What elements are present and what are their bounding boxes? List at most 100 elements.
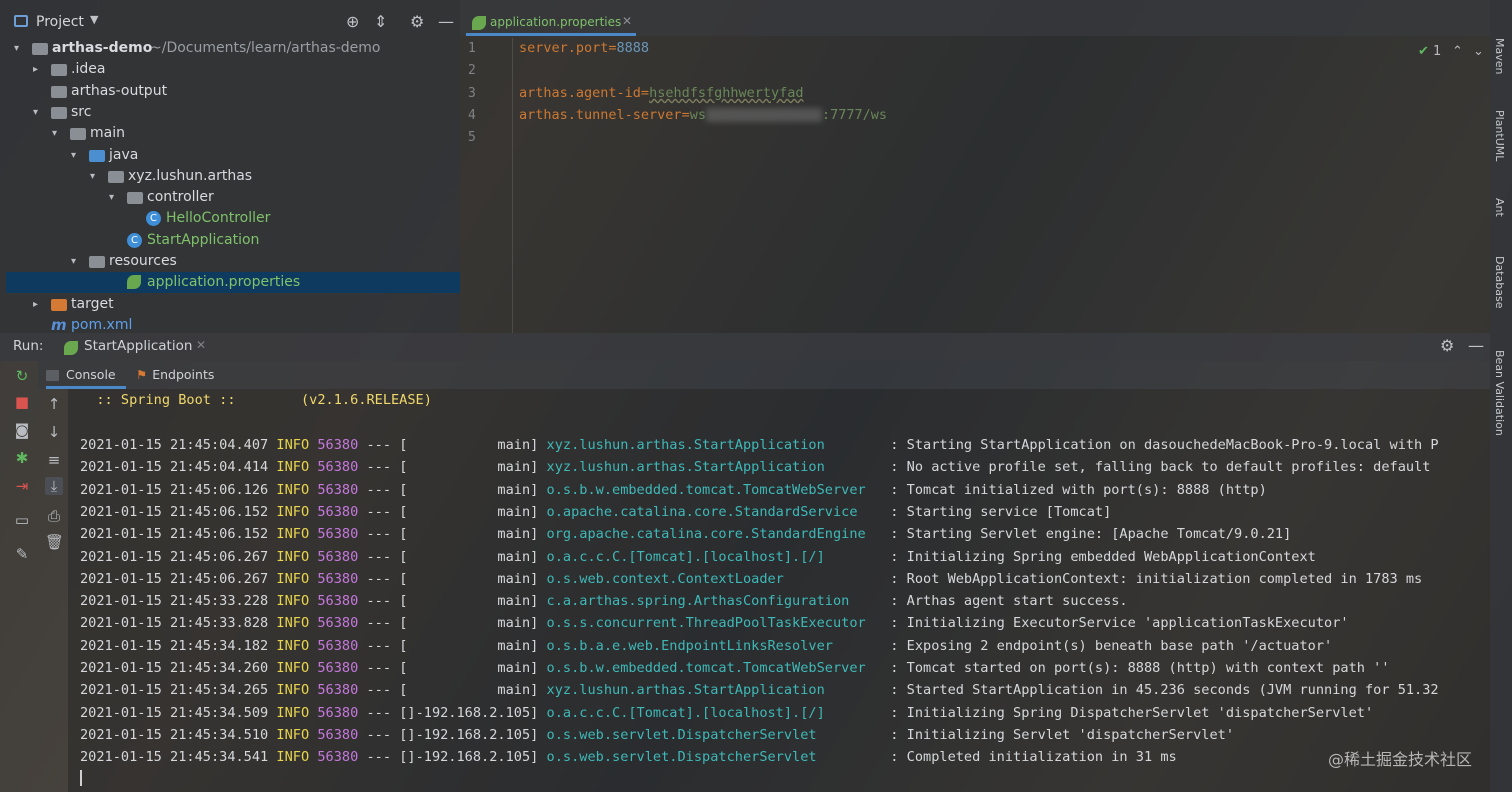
- trash-icon[interactable]: 🗑: [45, 533, 64, 551]
- run-tab-startapplication[interactable]: StartApplication ✕: [62, 336, 212, 360]
- log-line: 2021-01-15 21:45:04.407 INFO 56380 --- […: [80, 437, 1439, 453]
- tool-window-ant[interactable]: Ant: [1493, 198, 1506, 217]
- run-label: Run:: [13, 338, 44, 354]
- chevron-right-icon[interactable]: ▸: [33, 59, 38, 80]
- log-level: INFO: [268, 615, 310, 632]
- folder-icon: [51, 64, 67, 77]
- tree-item-label: java: [109, 146, 139, 163]
- layout-icon[interactable]: ▭: [13, 511, 31, 529]
- log-timestamp: 2021-01-15 21:45:06.152: [80, 503, 269, 520]
- log-logger: o.s.b.w.embedded.tomcat.TomcatWebServer: [546, 660, 883, 676]
- log-level: INFO: [268, 749, 310, 766]
- log-separator: --- [: [358, 704, 408, 721]
- tab-endpoints[interactable]: ⚑ Endpoints: [136, 361, 226, 389]
- line-number: 4: [468, 108, 476, 123]
- log-separator: --- [: [358, 682, 408, 699]
- chevron-right-icon[interactable]: ▸: [33, 294, 38, 315]
- arrow-up-icon[interactable]: ↑: [45, 395, 63, 413]
- chevron-down-icon[interactable]: ▾: [33, 102, 38, 123]
- log-timestamp: 2021-01-15 21:45:34.260: [80, 660, 269, 676]
- tree-item[interactable]: ▾ resources: [0, 251, 460, 272]
- chevron-down-icon[interactable]: ▾: [71, 251, 76, 272]
- tree-item[interactable]: ▸ target: [0, 294, 460, 315]
- log-line: 2021-01-15 21:45:34.265 INFO 56380 --- […: [80, 682, 1439, 698]
- camera-icon[interactable]: ◙: [13, 421, 31, 439]
- rerun-icon[interactable]: ↻: [13, 367, 31, 385]
- log-pid: 56380: [309, 704, 359, 721]
- close-icon[interactable]: ✕: [622, 14, 632, 28]
- gear-icon[interactable]: ⚙: [1440, 336, 1454, 355]
- tree-item[interactable]: C StartApplication: [0, 230, 460, 251]
- chevron-down-icon[interactable]: ▾: [90, 166, 95, 187]
- scroll-to-end-icon[interactable]: ⤓: [45, 477, 63, 495]
- print-icon[interactable]: ⎙: [45, 507, 63, 525]
- chevron-down-icon[interactable]: ▼: [90, 13, 98, 26]
- equals-sign: =: [608, 40, 617, 56]
- log-pid: 56380: [309, 593, 359, 610]
- log-timestamp: 2021-01-15 21:45:34.541: [80, 749, 269, 766]
- chevron-down-icon[interactable]: ▾: [14, 38, 19, 59]
- console-output[interactable]: :: Spring Boot :: (v2.1.6.RELEASE) 2021-…: [68, 389, 1490, 792]
- arrow-down-icon[interactable]: ↓: [45, 423, 63, 441]
- hide-icon[interactable]: —: [438, 12, 454, 31]
- hide-icon[interactable]: —: [1468, 336, 1484, 355]
- property-key: server.port: [519, 40, 609, 56]
- code-line-4[interactable]: arthas.tunnel-server=ws:7777/ws: [519, 107, 887, 123]
- log-message: : Starting StartApplication on dasouched…: [882, 437, 1439, 453]
- tree-item[interactable]: ▾ main: [0, 123, 460, 144]
- check-icon[interactable]: ✔: [1418, 44, 1429, 59]
- debug-icon[interactable]: ✱: [13, 449, 31, 467]
- chevron-up-icon[interactable]: ⌃: [1452, 44, 1463, 59]
- project-title[interactable]: Project: [36, 14, 84, 30]
- log-pid: 56380: [309, 503, 359, 520]
- chevron-down-icon[interactable]: ▾: [52, 123, 57, 144]
- tree-item-label: arthas-output: [71, 82, 168, 99]
- soft-wrap-icon[interactable]: ≡: [45, 451, 63, 469]
- log-pid: 56380: [309, 570, 359, 587]
- log-timestamp: 2021-01-15 21:45:04.414: [80, 459, 269, 476]
- chevron-down-icon[interactable]: ▾: [71, 145, 76, 166]
- stop-icon[interactable]: ■: [13, 393, 31, 411]
- tree-item-path: ~/Documents/learn/arthas-demo: [150, 40, 381, 56]
- editor-tab-application-properties[interactable]: application.properties ✕: [466, 10, 636, 36]
- log-separator: --- [: [358, 570, 408, 587]
- log-timestamp: 2021-01-15 21:45:34.265: [80, 682, 269, 699]
- log-separator: --- [: [358, 503, 408, 520]
- tool-window-plantuml[interactable]: PlantUML: [1493, 110, 1506, 161]
- locate-icon[interactable]: ⊕: [346, 12, 359, 31]
- tree-item[interactable]: C HelloController: [0, 208, 460, 229]
- chevron-down-icon[interactable]: ▾: [109, 187, 114, 208]
- log-thread: main]: [407, 526, 547, 543]
- log-message: : Completed initialization in 31 ms: [882, 749, 1177, 766]
- tree-item[interactable]: ▸ .idea: [0, 59, 460, 80]
- log-timestamp: 2021-01-15 21:45:06.267: [80, 570, 269, 587]
- close-icon[interactable]: ✕: [196, 338, 206, 352]
- tool-window-maven[interactable]: Maven: [1493, 38, 1506, 74]
- inspection-count[interactable]: 1: [1433, 44, 1441, 59]
- tree-item[interactable]: ▾ arthas-demo ~/Documents/learn/arthas-dem…: [0, 38, 460, 59]
- tree-item[interactable]: application.properties: [6, 272, 460, 294]
- tree-item[interactable]: ▾ java: [0, 145, 460, 166]
- log-pid: 56380: [309, 481, 359, 498]
- exit-icon[interactable]: ⇥: [13, 477, 31, 495]
- log-line: 2021-01-15 21:45:06.152 INFO 56380 --- […: [80, 504, 1111, 520]
- run-tab-label: StartApplication: [84, 338, 193, 354]
- tree-item[interactable]: ▾ controller: [0, 187, 460, 208]
- tree-item[interactable]: arthas-output: [0, 81, 460, 102]
- log-pid: 56380: [309, 615, 359, 632]
- gear-icon[interactable]: ⚙: [410, 12, 424, 31]
- log-logger: o.s.s.concurrent.ThreadPoolTaskExecutor: [546, 615, 883, 632]
- log-logger: xyz.lushun.arthas.StartApplication: [546, 682, 883, 699]
- code-line-3[interactable]: arthas.agent-id=hsehdfsfghhwertyfad: [519, 85, 804, 101]
- tool-window-bean-validation[interactable]: Bean Validation: [1493, 350, 1506, 436]
- tab-console-label: Console: [66, 367, 116, 382]
- code-line-1[interactable]: server.port=8888: [519, 40, 649, 56]
- tree-item[interactable]: ▾ src: [0, 102, 460, 123]
- pin-icon[interactable]: ✎: [13, 545, 31, 563]
- tree-item[interactable]: ▾ xyz.lushun.arthas: [0, 166, 460, 187]
- chevron-down-icon[interactable]: ⌄: [1473, 44, 1484, 59]
- collapse-all-icon[interactable]: ⇕: [374, 12, 387, 31]
- redacted-host: [705, 108, 822, 122]
- tool-window-database[interactable]: Database: [1493, 256, 1506, 309]
- package-icon: [127, 192, 143, 205]
